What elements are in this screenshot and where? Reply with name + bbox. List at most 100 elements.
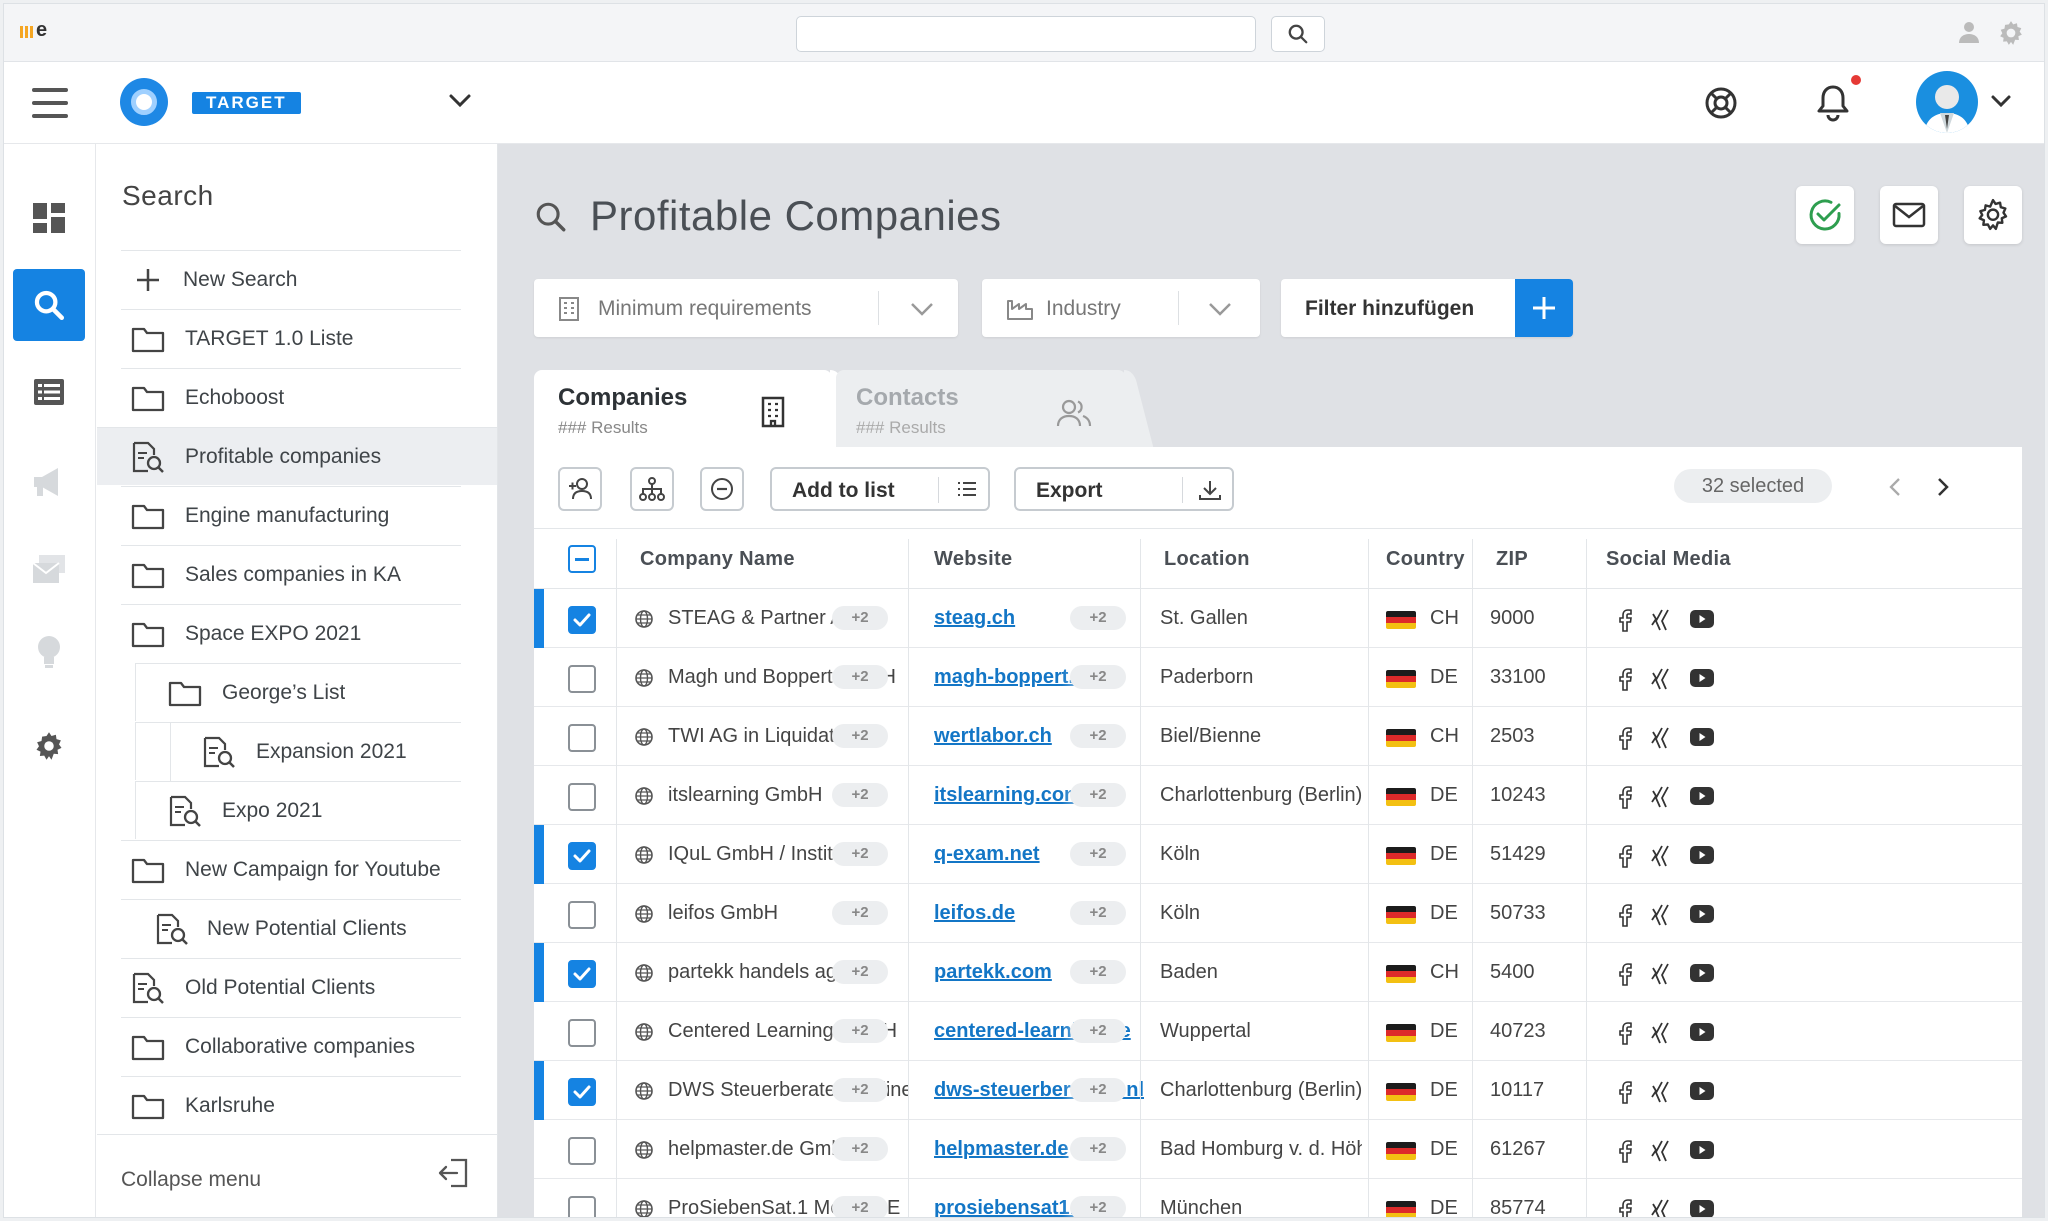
facebook-icon[interactable]	[1616, 1139, 1634, 1163]
more-websites-badge[interactable]: +2	[1070, 1137, 1126, 1161]
xing-icon[interactable]	[1650, 726, 1672, 750]
settings-button[interactable]	[1964, 186, 2022, 244]
column-header-location[interactable]: Location	[1164, 548, 1250, 571]
more-names-badge[interactable]: +2	[832, 960, 888, 984]
xing-icon[interactable]	[1650, 785, 1672, 809]
table-row[interactable]: DWS Steuerberater- Online +2 dws-steuerb…	[534, 1061, 2022, 1120]
table-row[interactable]: leifos GmbH +2 leifos.de +2 Köln DE 5073…	[534, 884, 2022, 943]
youtube-icon[interactable]	[1690, 1141, 1714, 1159]
sidebar-item-profitable-companies[interactable]: Profitable companies	[97, 427, 497, 485]
more-websites-badge[interactable]: +2	[1070, 606, 1126, 630]
sidebar-item-engine-manufacturing[interactable]: Engine manufacturing	[121, 486, 461, 544]
row-checkbox[interactable]	[568, 1078, 596, 1106]
row-checkbox[interactable]	[568, 783, 596, 811]
user-icon[interactable]	[1958, 20, 1980, 44]
sidebar-item-space-expo[interactable]: Space EXPO 2021	[121, 604, 461, 662]
more-websites-badge[interactable]: +2	[1070, 960, 1126, 984]
more-websites-badge[interactable]: +2	[1070, 665, 1126, 689]
table-row[interactable]: itslearning GmbH +2 itslearning.com +2 C…	[534, 766, 2022, 825]
facebook-icon[interactable]	[1616, 667, 1634, 691]
avatar[interactable]	[1916, 71, 1978, 133]
dashboard-icon[interactable]	[13, 182, 85, 254]
row-checkbox[interactable]	[568, 1019, 596, 1047]
more-websites-badge[interactable]: +2	[1070, 842, 1126, 866]
mail-button[interactable]	[1880, 186, 1938, 244]
assign-contact-button[interactable]	[558, 467, 602, 511]
table-row[interactable]: partekk handels ag +2 partekk.com +2 Bad…	[534, 943, 2022, 1002]
sidebar-item-georges-list[interactable]: George’s List	[135, 663, 461, 721]
xing-icon[interactable]	[1650, 962, 1672, 986]
more-names-badge[interactable]: +2	[832, 724, 888, 748]
sidebar-item-collaborative[interactable]: Collaborative companies	[121, 1017, 461, 1075]
table-row[interactable]: TWI AG in Liquidation +2 wertlabor.ch +2…	[534, 707, 2022, 766]
xing-icon[interactable]	[1650, 844, 1672, 868]
facebook-icon[interactable]	[1616, 726, 1634, 750]
row-checkbox[interactable]	[568, 960, 596, 988]
more-websites-badge[interactable]: +2	[1070, 1078, 1126, 1102]
more-websites-badge[interactable]: +2	[1070, 1196, 1126, 1217]
more-names-badge[interactable]: +2	[832, 1019, 888, 1043]
megaphone-icon[interactable]	[13, 446, 85, 518]
sidebar-item-expo-2021[interactable]: Expo 2021	[135, 781, 461, 839]
top-search-input[interactable]	[796, 16, 1256, 52]
youtube-icon[interactable]	[1690, 610, 1714, 628]
sidebar-item-new-search[interactable]: New Search	[121, 250, 461, 308]
xing-icon[interactable]	[1650, 1021, 1672, 1045]
youtube-icon[interactable]	[1690, 669, 1714, 687]
table-row[interactable]: IQuL GmbH / Institut für +2 q-exam.net +…	[534, 825, 2022, 884]
row-checkbox[interactable]	[568, 665, 596, 693]
column-header-country[interactable]: Country	[1386, 548, 1465, 571]
facebook-icon[interactable]	[1616, 1080, 1634, 1104]
column-header-social[interactable]: Social Media	[1606, 548, 1731, 571]
settings-nav-icon[interactable]	[13, 710, 85, 782]
more-names-badge[interactable]: +2	[832, 1078, 888, 1102]
lightbulb-icon[interactable]	[13, 616, 85, 688]
check-button[interactable]	[1796, 186, 1854, 244]
sidebar-item-youtube-campaign[interactable]: New Campaign for Youtube	[121, 840, 461, 898]
sidebar-item-expansion-2021[interactable]: Expansion 2021	[135, 722, 461, 781]
more-websites-badge[interactable]: +2	[1070, 1019, 1126, 1043]
search-nav-icon[interactable]	[13, 269, 85, 341]
more-websites-badge[interactable]: +2	[1070, 783, 1126, 807]
youtube-icon[interactable]	[1690, 787, 1714, 805]
sidebar-item-new-potential-clients[interactable]: New Potential Clients	[121, 899, 461, 957]
facebook-icon[interactable]	[1616, 962, 1634, 986]
table-row[interactable]: ProSiebenSat.1 Media SE +2 prosiebensat1…	[534, 1179, 2022, 1218]
mail-stack-icon[interactable]	[13, 534, 85, 606]
more-names-badge[interactable]: +2	[832, 606, 888, 630]
facebook-icon[interactable]	[1616, 1198, 1634, 1218]
list-icon[interactable]	[13, 356, 85, 428]
tab-contacts[interactable]: Contacts ### Results	[836, 370, 1126, 450]
youtube-icon[interactable]	[1690, 846, 1714, 864]
more-websites-badge[interactable]: +2	[1070, 724, 1126, 748]
youtube-icon[interactable]	[1690, 1082, 1714, 1100]
facebook-icon[interactable]	[1616, 903, 1634, 927]
youtube-icon[interactable]	[1690, 1023, 1714, 1041]
sidebar-item-karlsruhe[interactable]: Karlsruhe	[121, 1076, 461, 1134]
collapse-icon[interactable]	[437, 1157, 469, 1189]
youtube-icon[interactable]	[1690, 728, 1714, 746]
add-filter-button[interactable]: Filter hinzufügen	[1281, 279, 1573, 337]
menu-icon[interactable]	[32, 88, 68, 118]
youtube-icon[interactable]	[1690, 964, 1714, 982]
facebook-icon[interactable]	[1616, 1021, 1634, 1045]
facebook-icon[interactable]	[1616, 785, 1634, 809]
select-all-checkbox[interactable]	[568, 545, 596, 573]
chevron-down-icon[interactable]	[448, 92, 472, 108]
row-checkbox[interactable]	[568, 901, 596, 929]
chevron-down-icon[interactable]	[1990, 94, 2012, 108]
collapse-menu-button[interactable]: Collapse menu	[121, 1168, 261, 1192]
column-header-zip[interactable]: ZIP	[1496, 548, 1528, 571]
row-checkbox[interactable]	[568, 606, 596, 634]
more-names-badge[interactable]: +2	[832, 783, 888, 807]
tab-companies[interactable]: Companies ### Results	[534, 370, 832, 450]
sidebar-item-target-liste[interactable]: TARGET 1.0 Liste	[121, 309, 461, 367]
xing-icon[interactable]	[1650, 1139, 1672, 1163]
more-names-badge[interactable]: +2	[832, 901, 888, 925]
more-names-badge[interactable]: +2	[832, 665, 888, 689]
sidebar-item-sales-ka[interactable]: Sales companies in KA	[121, 545, 461, 603]
top-search-button[interactable]	[1271, 16, 1325, 52]
xing-icon[interactable]	[1650, 1080, 1672, 1104]
help-lifebuoy-icon[interactable]	[1704, 86, 1738, 120]
bell-icon[interactable]	[1816, 84, 1850, 122]
